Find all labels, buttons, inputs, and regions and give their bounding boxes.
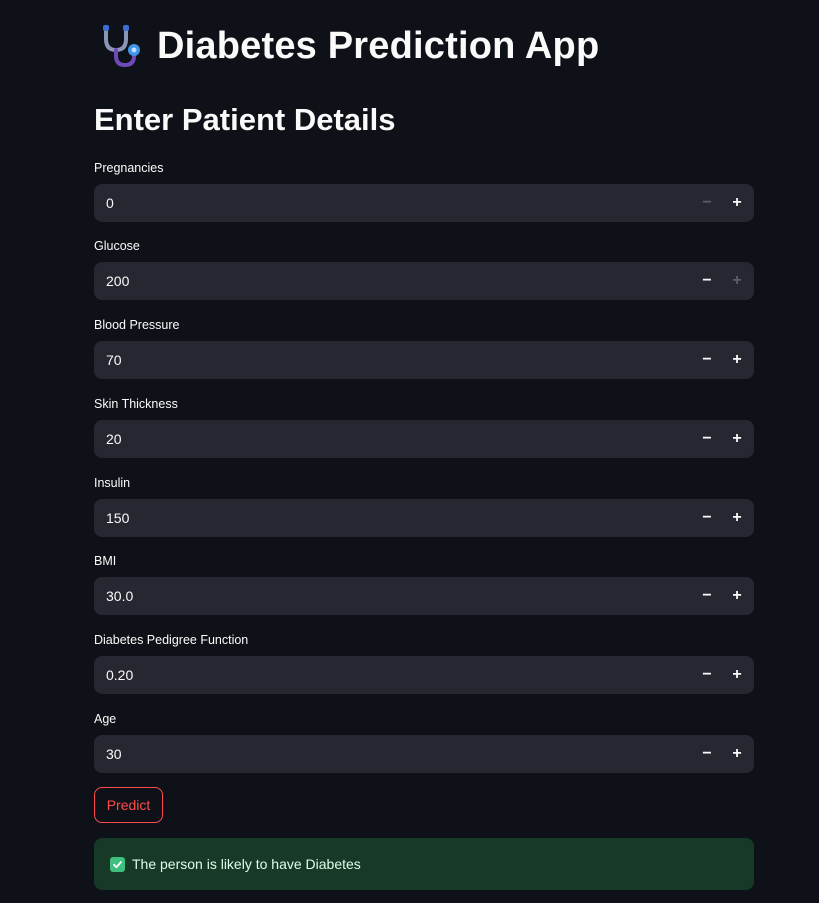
number-input-pregnancies[interactable]: 0 − +: [94, 184, 754, 222]
decrement-button[interactable]: −: [692, 184, 722, 222]
field-pregnancies: Pregnancies 0 − +: [94, 160, 754, 222]
increment-button[interactable]: +: [722, 184, 752, 222]
app-header: Diabetes Prediction App: [97, 20, 599, 72]
field-label: Insulin: [94, 476, 131, 490]
field-label: Glucose: [94, 239, 140, 253]
number-value[interactable]: 150: [94, 499, 692, 537]
field-label: Age: [94, 712, 117, 726]
increment-button[interactable]: +: [722, 577, 752, 615]
increment-button[interactable]: +: [722, 499, 752, 537]
field-glucose: Glucose 200 − +: [94, 238, 754, 300]
number-value[interactable]: 200: [94, 262, 692, 300]
number-value[interactable]: 30: [94, 735, 692, 773]
decrement-button[interactable]: −: [692, 420, 722, 458]
decrement-button[interactable]: −: [692, 735, 722, 773]
number-value[interactable]: 20: [94, 420, 692, 458]
increment-button[interactable]: +: [722, 735, 752, 773]
number-input-diabetes-pedigree-function[interactable]: 0.20 − +: [94, 656, 754, 694]
field-blood-pressure: Blood Pressure 70 − +: [94, 317, 754, 379]
number-value[interactable]: 0: [94, 184, 692, 222]
number-input-skin-thickness[interactable]: 20 − +: [94, 420, 754, 458]
field-label: Blood Pressure: [94, 318, 180, 332]
decrement-button[interactable]: −: [692, 656, 722, 694]
number-input-glucose[interactable]: 200 − +: [94, 262, 754, 300]
number-input-blood-pressure[interactable]: 70 − +: [94, 341, 754, 379]
increment-button[interactable]: +: [722, 262, 752, 300]
decrement-button[interactable]: −: [692, 577, 722, 615]
field-skin-thickness: Skin Thickness 20 − +: [94, 396, 754, 458]
stethoscope-icon: [97, 23, 143, 69]
check-icon: [110, 856, 125, 872]
increment-button[interactable]: +: [722, 420, 752, 458]
field-diabetes-pedigree-function: Diabetes Pedigree Function 0.20 − +: [94, 632, 754, 694]
section-title: Enter Patient Details: [94, 102, 396, 137]
decrement-button[interactable]: −: [692, 499, 722, 537]
field-label: BMI: [94, 554, 117, 568]
app-title: Diabetes Prediction App: [157, 25, 600, 67]
result-text: The person is likely to have Diabetes: [132, 856, 361, 872]
number-value[interactable]: 70: [94, 341, 692, 379]
decrement-button[interactable]: −: [692, 341, 722, 379]
field-bmi: BMI 30.0 − +: [94, 553, 754, 615]
number-value[interactable]: 0.20: [94, 656, 692, 694]
field-label: Skin Thickness: [94, 397, 178, 411]
predict-button[interactable]: Predict: [94, 787, 163, 823]
field-label: Diabetes Pedigree Function: [94, 633, 249, 647]
field-label: Pregnancies: [94, 161, 164, 175]
number-input-bmi[interactable]: 30.0 − +: [94, 577, 754, 615]
success-alert: The person is likely to have Diabetes: [94, 838, 754, 890]
field-insulin: Insulin 150 − +: [94, 475, 754, 537]
field-age: Age 30 − +: [94, 711, 754, 773]
number-input-age[interactable]: 30 − +: [94, 735, 754, 773]
increment-button[interactable]: +: [722, 656, 752, 694]
increment-button[interactable]: +: [722, 341, 752, 379]
decrement-button[interactable]: −: [692, 262, 722, 300]
number-input-insulin[interactable]: 150 − +: [94, 499, 754, 537]
number-value[interactable]: 30.0: [94, 577, 692, 615]
